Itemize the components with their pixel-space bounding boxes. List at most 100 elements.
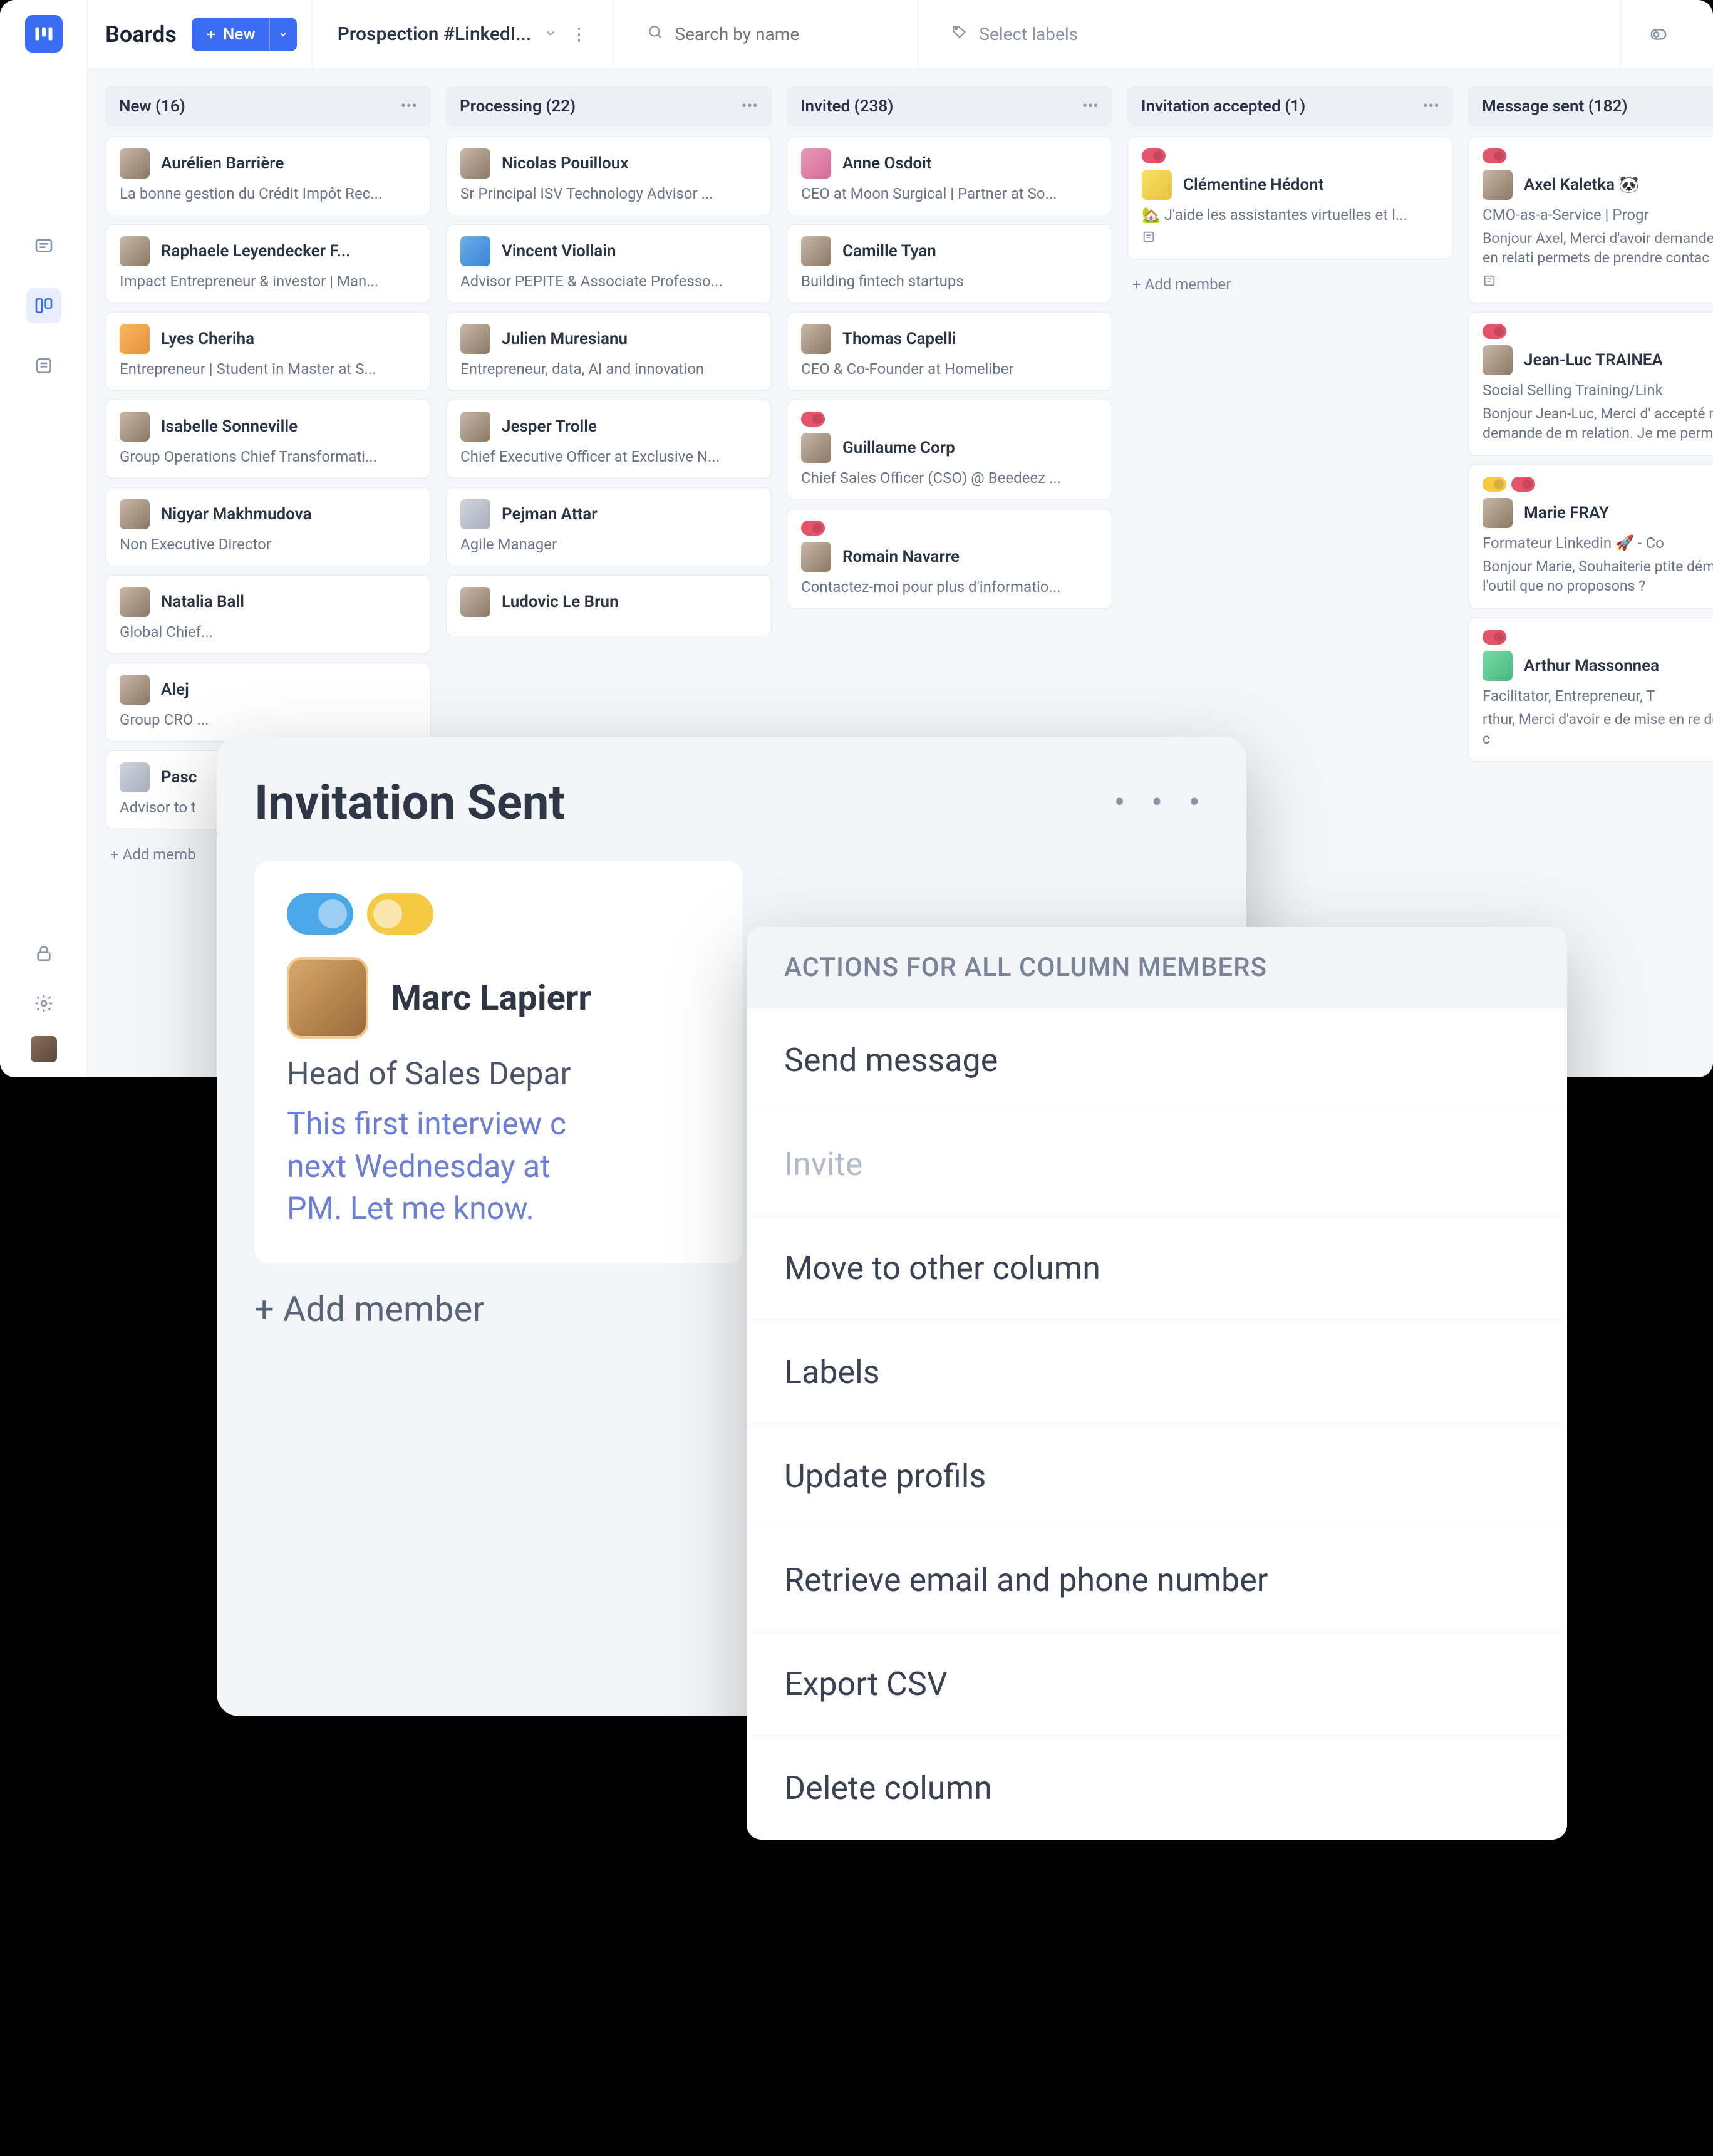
member-headline: Advisor PEPITE & Associate Professo... [460, 272, 757, 290]
note-icon [1142, 230, 1439, 246]
action-menu-item[interactable]: Delete column [747, 1736, 1567, 1840]
label-badge [1483, 148, 1506, 163]
action-menu-item[interactable]: Labels [747, 1320, 1567, 1424]
member-headline: CEO & Co-Founder at Homeliber [801, 360, 1098, 378]
member-card[interactable]: Ludovic Le Brun [446, 575, 772, 636]
chevron-down-icon [544, 23, 557, 45]
label-badge [1483, 324, 1506, 339]
member-avatar [1483, 345, 1513, 375]
member-name: Pejman Attar [502, 505, 598, 524]
member-card[interactable]: Guillaume CorpChief Sales Officer (CSO) … [787, 400, 1112, 500]
member-card[interactable]: Jesper TrolleChief Executive Officer at … [446, 400, 772, 479]
label-badge [1483, 630, 1506, 645]
column-header: New (16)••• [105, 86, 431, 127]
member-avatar [460, 587, 490, 617]
member-avatar [120, 499, 150, 529]
labels-filter[interactable]: Select labels [933, 0, 1605, 68]
column-menu-icon[interactable]: ••• [401, 97, 417, 116]
member-headline: CEO at Moon Surgical | Partner at So... [801, 185, 1098, 202]
page-title: Boards [105, 21, 177, 48]
member-name: Alej [161, 680, 189, 699]
column-title: Processing (22) [460, 97, 576, 116]
member-card[interactable]: Thomas CapelliCEO & Co-Founder at Homeli… [787, 312, 1112, 391]
label-badge [1511, 477, 1535, 492]
member-card[interactable]: Camille TyanBuilding fintech startups [787, 224, 1112, 303]
member-name: Julien Muresianu [502, 329, 628, 348]
column-header: Processing (22) ••• [446, 86, 772, 127]
new-button-group: New [192, 18, 297, 51]
search-input[interactable] [675, 24, 898, 44]
member-card[interactable]: Anne OsdoitCEO at Moon Surgical | Partne… [787, 137, 1112, 215]
action-menu-item[interactable]: Retrieve email and phone number [747, 1528, 1567, 1632]
member-card[interactable]: Axel Kaletka 🐼CMO-as-a-Service | ProgrBo… [1468, 137, 1713, 303]
member-card[interactable]: Vincent Viollain Advisor PEPITE & Associa… [446, 224, 772, 303]
member-card[interactable]: Nigyar MakhmudovaNon Executive Director [105, 487, 431, 566]
board-selector[interactable]: Prospection #LinkedI... ⋮ [312, 0, 614, 68]
board-menu-icon[interactable]: ⋮ [570, 24, 587, 44]
messages-icon[interactable] [26, 228, 61, 263]
member-avatar [1483, 498, 1513, 528]
member-headline: Agile Manager [460, 536, 757, 553]
member-card[interactable]: Isabelle SonnevilleGroup Operations Chie… [105, 400, 431, 479]
member-card[interactable]: Romain NavarreContactez-moi pour plus d'… [787, 509, 1112, 609]
member-headline: CMO-as-a-Service | Progr [1483, 206, 1713, 224]
member-note: This first interview c next Wednesday at… [287, 1104, 710, 1231]
member-card[interactable]: Arthur MassonneaFacilitator, Entrepreneu… [1468, 618, 1713, 762]
member-avatar [120, 412, 150, 442]
member-headline: Contactez-moi pour plus d'informatio... [801, 578, 1098, 596]
member-message: Bonjour Axel, Merci d'avoir demande de m… [1483, 229, 1713, 267]
lock-icon[interactable] [26, 936, 61, 971]
gear-icon[interactable] [26, 986, 61, 1021]
member-card[interactable]: Nicolas PouillouxSr Principal ISV Techno… [446, 137, 772, 215]
popout-member-card[interactable]: Marc Lapierr Head of Sales Depar This fi… [254, 861, 743, 1263]
column-actions-menu: ACTIONS FOR ALL COLUMN MEMBERS Send mess… [747, 927, 1567, 1840]
member-avatar [801, 433, 831, 463]
member-avatar [120, 236, 150, 266]
boards-icon[interactable] [26, 288, 61, 323]
member-name: Vincent Viollain [502, 242, 616, 261]
member-avatar [801, 324, 831, 354]
column-menu-icon[interactable]: ••• [1423, 97, 1439, 116]
member-message: Bonjour Marie, Souhaiterie ptite démo de… [1483, 557, 1713, 596]
member-headline: Building fintech startups [801, 272, 1098, 290]
new-button-dropdown[interactable] [269, 18, 297, 51]
app-logo[interactable] [25, 15, 63, 53]
add-member-button[interactable]: + Add member [1127, 268, 1453, 301]
member-avatar [460, 236, 490, 266]
member-card[interactable]: Aurélien BarrièreLa bonne gestion du Cré… [105, 137, 431, 215]
action-menu-item[interactable]: Update profils [747, 1424, 1567, 1528]
user-avatar[interactable] [31, 1036, 57, 1062]
member-avatar [460, 499, 490, 529]
member-avatar [460, 412, 490, 442]
member-card[interactable]: Natalia BallGlobal Chief... [105, 575, 431, 654]
column-menu-icon[interactable]: ••• [742, 97, 758, 116]
popout-menu-icon[interactable]: • • • [1114, 783, 1209, 822]
member-card[interactable]: Clémentine Hédont🏡 J'aide les assistante… [1127, 137, 1453, 259]
member-name: Guillaume Corp [842, 438, 955, 457]
member-card[interactable]: Raphaele Leyendecker F...Impact Entrepre… [105, 224, 431, 303]
topbar-extra-button[interactable] [1620, 0, 1695, 68]
member-card[interactable]: Jean-Luc TRAINEASocial Selling Training/… [1468, 312, 1713, 456]
member-card[interactable]: Marie FRAYFormateur Linkedin 🚀 - CoBonjo… [1468, 465, 1713, 609]
member-avatar [1483, 170, 1513, 200]
member-name: Pasc [161, 768, 197, 787]
column-menu-icon[interactable]: ••• [1082, 97, 1099, 116]
column-header: Invitation accepted (1)••• [1127, 86, 1453, 127]
note-icon [1483, 274, 1713, 290]
action-menu-item[interactable]: Send message [747, 1008, 1567, 1112]
new-button[interactable]: New [192, 18, 269, 51]
member-card[interactable]: Julien MuresianuEntrepreneur, data, AI a… [446, 312, 772, 391]
action-menu-item[interactable]: Export CSV [747, 1632, 1567, 1736]
member-card[interactable]: Pejman Attar Agile Manager [446, 487, 772, 566]
label-badge [1142, 148, 1166, 163]
tag-icon [951, 24, 968, 44]
action-menu-item[interactable]: Move to other column [747, 1216, 1567, 1320]
notes-icon[interactable] [26, 348, 61, 383]
search-field[interactable] [628, 0, 918, 68]
member-headline: Non Executive Director [120, 536, 417, 553]
member-card[interactable]: AlejGroup CRO ... [105, 663, 431, 742]
member-name: Marie FRAY [1524, 504, 1609, 522]
column-header: Invited (238)••• [787, 86, 1112, 127]
member-headline: Group Operations Chief Transformati... [120, 448, 417, 465]
member-card[interactable]: Lyes CherihaEntrepreneur | Student in Ma… [105, 312, 431, 391]
